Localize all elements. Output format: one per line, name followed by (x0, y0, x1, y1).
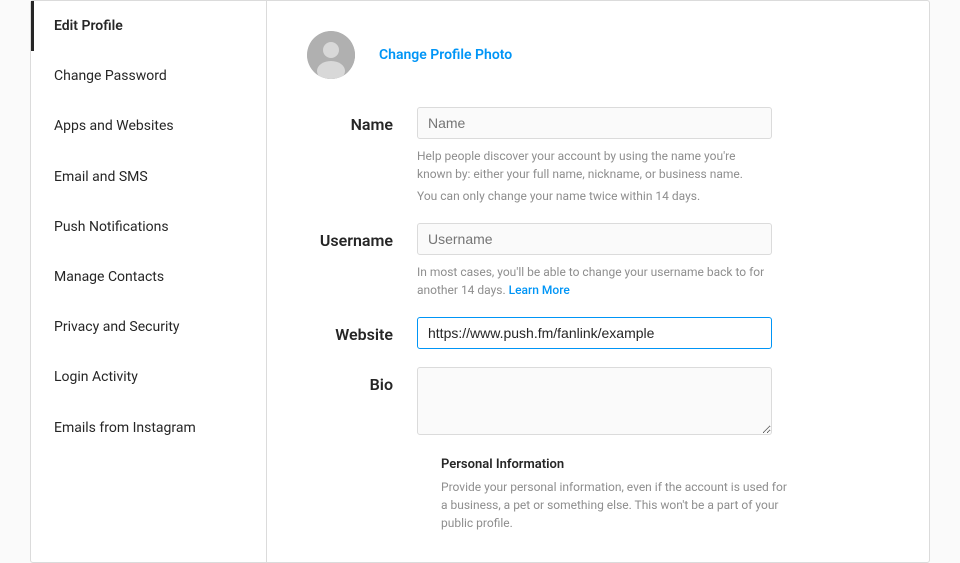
name-input[interactable] (417, 107, 772, 139)
personal-info-description: Provide your personal information, even … (441, 478, 796, 532)
username-field-wrapper: In most cases, you'll be able to change … (417, 223, 772, 299)
change-photo-link[interactable]: Change Profile Photo (379, 47, 512, 63)
username-input[interactable] (417, 223, 772, 255)
sidebar-item-login-activity[interactable]: Login Activity (31, 352, 266, 402)
name-hint2: You can only change your name twice with… (417, 187, 772, 205)
bio-field-wrapper (417, 367, 772, 439)
website-label: Website (307, 317, 417, 344)
sidebar-item-manage-contacts[interactable]: Manage Contacts (31, 252, 266, 302)
website-input[interactable] (417, 317, 772, 349)
name-hint1: Help people discover your account by usi… (417, 147, 772, 183)
sidebar-item-email-sms[interactable]: Email and SMS (31, 152, 266, 202)
name-label: Name (307, 107, 417, 134)
website-row: Website (307, 317, 889, 349)
avatar (307, 31, 355, 79)
username-learn-more-link[interactable]: Learn More (509, 283, 570, 297)
name-row: Name Help people discover your account b… (307, 107, 889, 205)
sidebar-item-edit-profile[interactable]: Edit Profile (31, 1, 266, 51)
settings-container: Edit ProfileChange PasswordApps and Webs… (30, 0, 930, 563)
website-field-wrapper (417, 317, 772, 349)
name-field-wrapper: Help people discover your account by usi… (417, 107, 772, 205)
profile-header: Change Profile Photo (307, 31, 889, 79)
sidebar-item-apps-websites[interactable]: Apps and Websites (31, 101, 266, 151)
username-label: Username (307, 223, 417, 250)
sidebar-item-emails-instagram[interactable]: Emails from Instagram (31, 403, 266, 453)
sidebar-item-change-password[interactable]: Change Password (31, 51, 266, 101)
main-content: Change Profile Photo Name Help people di… (267, 1, 929, 562)
sidebar: Edit ProfileChange PasswordApps and Webs… (31, 1, 267, 562)
sidebar-item-push-notifications[interactable]: Push Notifications (31, 202, 266, 252)
personal-info-section: Personal Information Provide your person… (441, 457, 889, 532)
sidebar-item-privacy-security[interactable]: Privacy and Security (31, 302, 266, 352)
username-row: Username In most cases, you'll be able t… (307, 223, 889, 299)
personal-info-title: Personal Information (441, 457, 889, 472)
username-hint: In most cases, you'll be able to change … (417, 263, 772, 299)
bio-row: Bio (307, 367, 889, 439)
bio-input[interactable] (417, 367, 772, 435)
bio-label: Bio (307, 367, 417, 394)
